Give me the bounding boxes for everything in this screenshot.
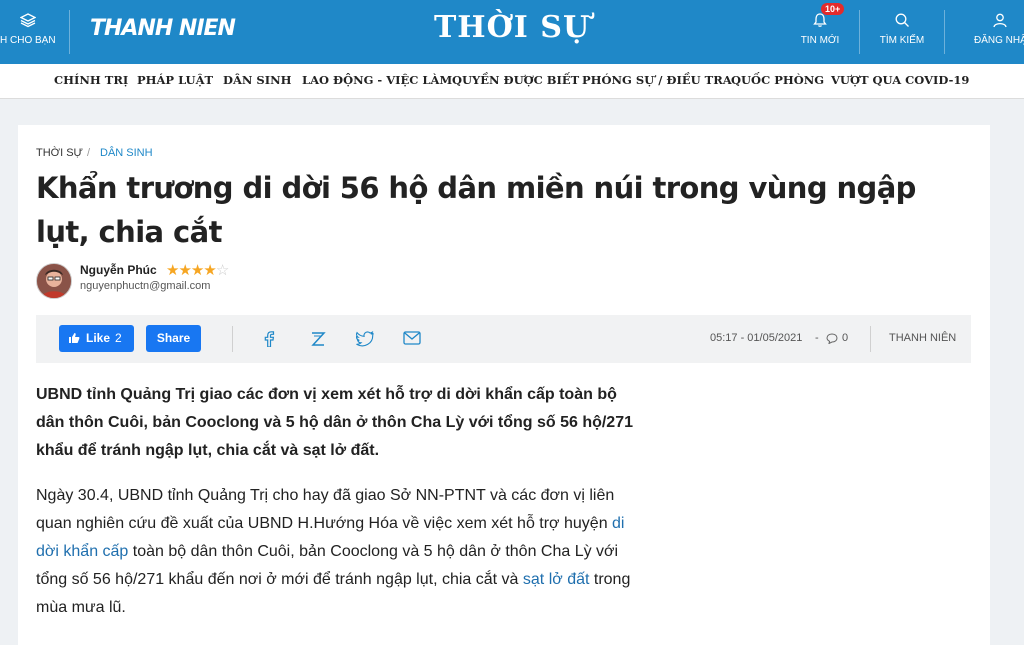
search-button[interactable]: TÌM KIẾM	[872, 0, 932, 64]
like-label: Like	[86, 331, 111, 345]
nav-item-chinh-tri[interactable]: CHÍNH TRỊ	[54, 73, 128, 87]
divider	[944, 10, 945, 54]
article-sapo: UBND tỉnh Quảng Trị giao các đơn vị xem …	[36, 386, 633, 459]
login-button[interactable]: ĐĂNG NHẬ	[968, 0, 1024, 64]
article-paragraph: Ngày 30.4, UBND tỉnh Quảng Trị cho hay đ…	[36, 482, 642, 622]
nav-item-phap-luat[interactable]: PHÁP LUẬT	[137, 73, 213, 87]
breadcrumb-subsection[interactable]: DÂN SINH	[100, 147, 153, 159]
star-icon: ★	[190, 262, 204, 279]
author-avatar[interactable]	[36, 263, 72, 299]
divider	[232, 326, 233, 352]
facebook-like-button[interactable]: Like 2	[59, 325, 134, 352]
comment-icon[interactable]	[826, 333, 838, 344]
mail-icon[interactable]	[403, 331, 421, 345]
article-title: Khẩn trương di dời 56 hộ dân miền núi tr…	[36, 171, 916, 249]
divider	[870, 326, 871, 352]
like-count: 2	[115, 331, 122, 345]
nav-item-covid[interactable]: VƯỢT QUA COVID-19	[831, 73, 969, 87]
top-bar: H CHO BẠN THANH NIEN THỜI SỰ TIN MỚI 10+…	[0, 0, 1024, 64]
news-label: TIN MỚI	[800, 35, 840, 46]
author-name[interactable]: Nguyễn Phúc	[80, 263, 157, 277]
article-source: THANH NIÊN	[889, 332, 957, 344]
news-badge: 10+	[821, 3, 845, 15]
category-nav: CHÍNH TRỊ PHÁP LUẬT DÂN SINH LAO ĐỘNG - …	[0, 64, 1024, 99]
star-icon: ★	[178, 262, 191, 279]
comment-count[interactable]: 0	[842, 332, 848, 344]
nav-item-dan-sinh[interactable]: DÂN SINH	[223, 73, 291, 87]
breadcrumb-separator: /	[87, 147, 91, 159]
user-icon	[993, 13, 1007, 28]
nav-item-phong-su[interactable]: PHÓNG SỰ / ĐIỀU TRA	[582, 73, 732, 87]
breadcrumb-section[interactable]: THỜI SỰ	[36, 147, 83, 159]
search-label: TÌM KIẾM	[879, 35, 925, 46]
facebook-icon[interactable]	[263, 331, 275, 347]
thumbs-up-icon	[69, 333, 80, 343]
twitter-icon[interactable]	[356, 331, 374, 347]
paragraph-text: Ngày 30.4, UBND tỉnh Quảng Trị cho hay đ…	[36, 487, 615, 532]
login-label: ĐĂNG NHẬ	[974, 35, 1024, 46]
meta-separator: -	[815, 332, 819, 344]
star-empty-icon: ☆	[215, 262, 229, 279]
section-title: THỜI SỰ	[433, 10, 591, 45]
zalo-icon[interactable]	[310, 331, 326, 347]
nav-item-lao-dong[interactable]: LAO ĐỘNG - VIỆC LÀM	[302, 73, 452, 87]
author-email: nguyenphuctn@gmail.com	[80, 280, 211, 292]
author-rating: ★★★★☆	[166, 261, 229, 279]
divider	[859, 10, 860, 54]
inline-link-sat-lo[interactable]: sạt lở đất	[523, 571, 590, 588]
search-icon	[895, 13, 909, 27]
star-icon: ★	[166, 262, 179, 279]
star-icon: ★	[203, 262, 216, 279]
publish-time: 05:17 - 01/05/2021	[710, 332, 803, 344]
facebook-share-button[interactable]: Share	[146, 325, 201, 352]
nav-item-quoc-phong[interactable]: QUỐC PHÒNG	[731, 73, 824, 87]
nav-item-quyen-duoc-biet[interactable]: QUYỀN ĐƯỢC BIẾT	[452, 73, 579, 87]
